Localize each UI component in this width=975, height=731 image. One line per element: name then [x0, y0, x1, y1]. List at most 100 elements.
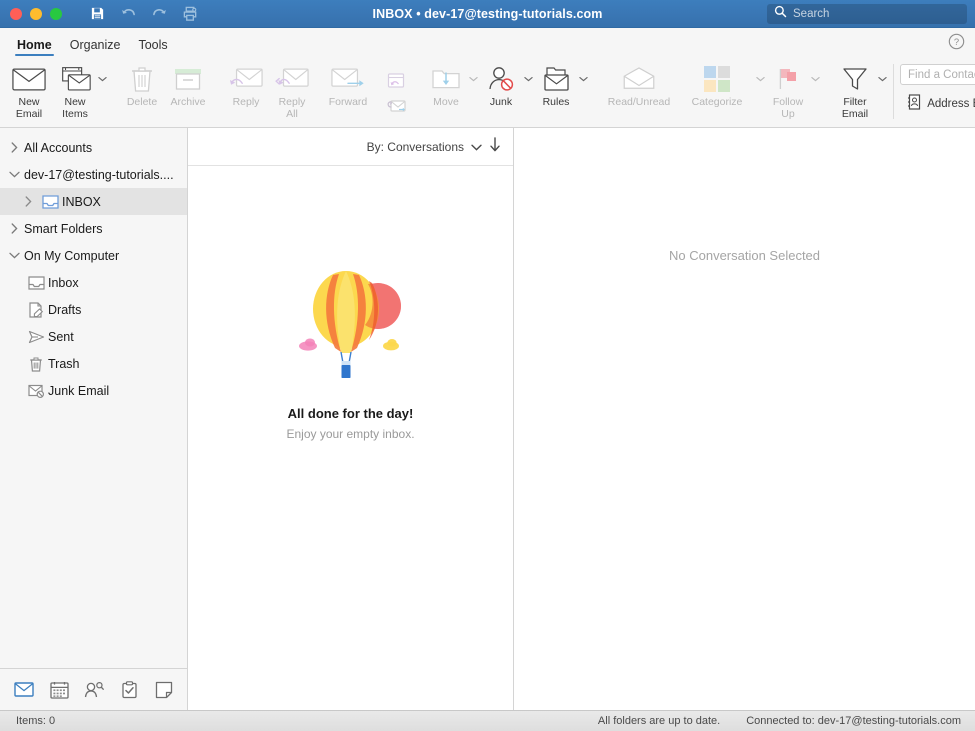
chevron-right-icon[interactable]	[4, 223, 24, 234]
save-icon[interactable]	[88, 5, 106, 23]
status-right-group: All folders are up to date. Connected to…	[598, 715, 975, 727]
sidebar-item-account[interactable]: dev-17@testing-tutorials....	[0, 161, 187, 188]
tab-tools[interactable]: Tools	[129, 38, 176, 56]
search-input[interactable]: Search	[767, 4, 967, 24]
chevron-down-icon[interactable]	[579, 76, 588, 82]
follow-up-button[interactable]: Follow Up	[765, 56, 811, 120]
sidebar-label-account: dev-17@testing-tutorials....	[24, 167, 174, 182]
undo-icon[interactable]	[119, 5, 137, 23]
read-unread-button[interactable]: Read/Unread	[600, 56, 678, 127]
help-circle-icon[interactable]: ?	[948, 33, 965, 50]
window-controls	[0, 7, 62, 20]
filter-email-wrap: Filter Email	[832, 56, 887, 127]
minimize-window-button[interactable]	[30, 7, 42, 20]
sidebar-label-junk-email: Junk Email	[48, 383, 110, 398]
print-icon[interactable]	[181, 5, 199, 23]
sidebar-item-inbox-account[interactable]: INBOX	[0, 188, 187, 215]
new-email-label-line2: Email	[15, 107, 43, 120]
trash-icon	[130, 62, 154, 96]
meeting-reply-icon[interactable]	[386, 72, 406, 94]
new-email-button[interactable]: New Email	[6, 56, 52, 127]
filter-email-button[interactable]: Filter Email	[832, 56, 878, 120]
sidebar-item-all-accounts[interactable]: All Accounts	[0, 134, 187, 161]
search-icon	[774, 5, 787, 23]
tab-home[interactable]: Home	[8, 38, 61, 56]
sidebar-item-smart-folders[interactable]: Smart Folders	[0, 215, 187, 242]
chevron-down-icon[interactable]	[98, 76, 107, 82]
sidebar-item-trash[interactable]: Trash	[0, 350, 187, 377]
rules-button[interactable]: Rules	[533, 56, 579, 109]
reply-all-button[interactable]: Reply All	[269, 56, 315, 127]
envelope-icon	[12, 62, 46, 96]
reading-pane-placeholder: No Conversation Selected	[668, 248, 821, 263]
chevron-down-icon[interactable]	[811, 76, 820, 82]
sidebar-item-inbox-local[interactable]: Inbox	[0, 269, 187, 296]
empty-state-subtitle: Enjoy your empty inbox.	[286, 427, 415, 441]
sidebar-label-smart-folders: Smart Folders	[24, 221, 103, 236]
reply-all-label-line1: Reply	[278, 96, 306, 108]
filter-email-label-line1: Filter	[843, 96, 867, 108]
sidebar-item-on-my-computer[interactable]: On My Computer	[0, 242, 187, 269]
chevron-down-icon[interactable]	[756, 76, 765, 82]
empty-state-title: All done for the day!	[287, 406, 414, 421]
trash-icon	[24, 356, 48, 372]
read-unread-icon	[622, 62, 656, 96]
message-list-header: By: Conversations	[188, 128, 513, 166]
move-folder-icon	[431, 62, 461, 96]
sidebar-item-drafts[interactable]: Drafts	[0, 296, 187, 323]
calendar-icon[interactable]	[49, 680, 69, 700]
chevron-right-icon[interactable]	[18, 196, 38, 207]
delete-button[interactable]: Delete	[119, 56, 165, 127]
ribbon-group-find: FilterEmail Find a Contact Address Book	[832, 56, 975, 127]
chevron-down-icon[interactable]	[471, 138, 482, 156]
new-items-wrap: New Items	[52, 56, 107, 127]
chevron-down-icon[interactable]	[4, 171, 24, 178]
rules-icon	[541, 62, 571, 96]
junk-wrap: Junk	[478, 56, 533, 127]
chevron-down-icon[interactable]	[878, 76, 887, 82]
close-window-button[interactable]	[10, 7, 22, 20]
new-items-label-line2: Items	[62, 107, 88, 120]
chevron-right-icon[interactable]	[4, 142, 24, 153]
reply-label: Reply	[232, 96, 260, 108]
mail-icon[interactable]	[14, 680, 34, 700]
find-contact-input[interactable]: Find a Contact	[900, 64, 975, 85]
find-contact-placeholder: Find a Contact	[908, 68, 975, 81]
arrow-down-icon[interactable]	[489, 136, 501, 157]
sidebar-item-junk-email[interactable]: Junk Email	[0, 377, 187, 404]
chevron-down-icon[interactable]	[469, 76, 478, 82]
filter-funnel-icon	[842, 62, 868, 96]
hot-air-balloon-illustration	[286, 266, 416, 386]
redo-icon[interactable]	[150, 5, 168, 23]
address-book-label: Address Book	[927, 97, 975, 110]
forward-attachment-icon[interactable]	[386, 98, 407, 119]
archive-button[interactable]: Archive	[165, 56, 211, 127]
tasks-icon[interactable]	[119, 680, 139, 700]
junk-button[interactable]: Junk	[478, 56, 524, 109]
chevron-down-icon[interactable]	[4, 252, 24, 259]
sidebar-label-drafts: Drafts	[48, 302, 82, 317]
chevron-down-icon[interactable]	[524, 76, 533, 82]
title-bar: INBOX • dev-17@testing-tutorials.com Sea…	[0, 0, 975, 28]
address-book-button[interactable]: Address Book	[907, 94, 975, 113]
categorize-button[interactable]: Categorize	[678, 56, 756, 109]
empty-inbox-state: All done for the day! Enjoy your empty i…	[188, 166, 513, 710]
categorize-label: Categorize	[691, 96, 743, 108]
new-items-button[interactable]: New Items	[52, 56, 98, 120]
sidebar-item-sent[interactable]: Sent	[0, 323, 187, 350]
move-button[interactable]: Move	[423, 56, 469, 109]
forward-button[interactable]: Forward	[315, 56, 381, 127]
module-switcher	[0, 668, 187, 710]
junk-label: Junk	[489, 96, 513, 108]
notes-icon[interactable]	[154, 680, 174, 700]
folder-list: All Accounts dev-17@testing-tutorials...…	[0, 128, 187, 668]
sort-by-label[interactable]: By: Conversations	[367, 140, 464, 154]
junk-mail-icon	[24, 384, 48, 398]
sent-plane-icon	[24, 330, 48, 344]
people-icon[interactable]	[84, 680, 104, 700]
tab-organize[interactable]: Organize	[61, 38, 130, 56]
status-connection-text: Connected to: dev-17@testing-tutorials.c…	[746, 715, 961, 727]
reply-button[interactable]: Reply	[223, 56, 269, 127]
zoom-window-button[interactable]	[50, 7, 62, 20]
inbox-tray-icon	[24, 275, 48, 290]
